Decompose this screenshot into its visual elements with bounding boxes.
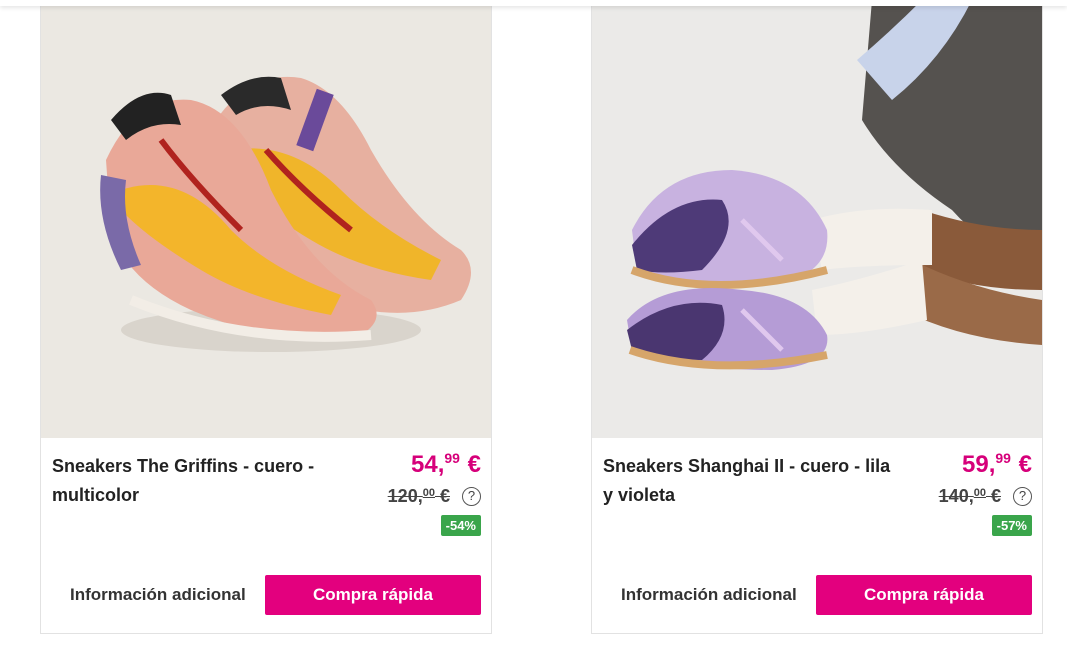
old-price: 120,00 € — [388, 486, 450, 507]
old-price: 140,00 € — [939, 486, 1001, 507]
price-decimals: 99 — [995, 450, 1011, 466]
product-price: 59,99 € — [962, 450, 1032, 479]
help-icon[interactable]: ? — [462, 487, 481, 506]
discount-badge: -57% — [991, 515, 1032, 536]
help-icon[interactable]: ? — [1013, 487, 1032, 506]
product-card[interactable]: Sneakers Shanghai II - cuero - lila y vi… — [591, 0, 1043, 634]
old-price-integer: 120, — [387, 486, 423, 506]
product-price: 54,99 € — [411, 450, 481, 479]
price-currency: € — [467, 451, 481, 478]
discount-badge: -54% — [440, 515, 481, 536]
product-image[interactable] — [41, 0, 491, 438]
old-price-currency: € — [439, 486, 450, 506]
price-currency: € — [1018, 451, 1032, 478]
old-price-decimals: 00 — [973, 487, 986, 499]
old-price-currency: € — [990, 486, 1001, 506]
price-decimals: 99 — [444, 450, 460, 466]
top-header-bar — [0, 0, 1067, 6]
additional-info-link[interactable]: Información adicional — [621, 585, 797, 605]
quick-buy-button[interactable]: Compra rápida — [265, 575, 481, 615]
product-image[interactable] — [592, 0, 1042, 438]
product-title[interactable]: Sneakers Shanghai II - cuero - lila y vi… — [603, 452, 903, 510]
price-integer: 59, — [962, 451, 996, 478]
sneakers-lilac-image — [592, 0, 1042, 438]
product-card[interactable]: Sneakers The Griffins - cuero - multicol… — [40, 0, 492, 634]
additional-info-link[interactable]: Información adicional — [70, 585, 246, 605]
price-integer: 54, — [411, 451, 445, 478]
old-price-decimals: 00 — [422, 487, 435, 499]
product-title[interactable]: Sneakers The Griffins - cuero - multicol… — [52, 452, 352, 510]
old-price-row: 120,00 € ? — [388, 486, 481, 507]
sneakers-multicolor-image — [41, 0, 491, 438]
old-price-integer: 140, — [938, 486, 974, 506]
quick-buy-button[interactable]: Compra rápida — [816, 575, 1032, 615]
old-price-row: 140,00 € ? — [939, 486, 1032, 507]
